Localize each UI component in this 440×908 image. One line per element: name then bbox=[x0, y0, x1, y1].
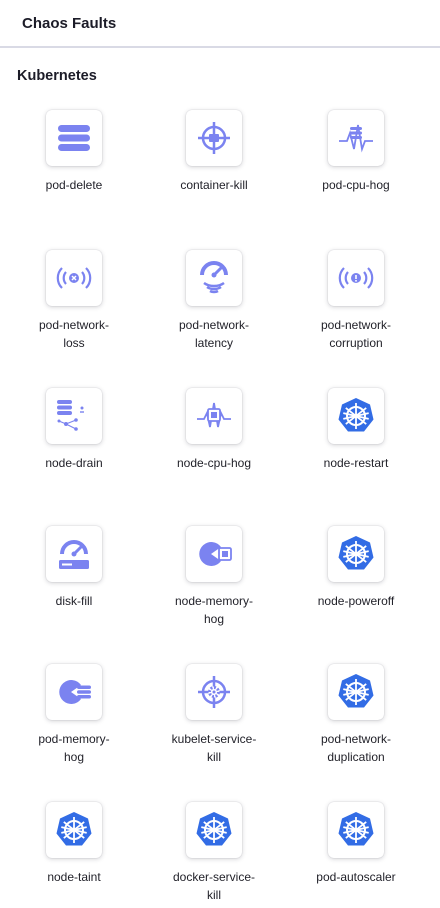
kubernetes-icon bbox=[195, 811, 233, 849]
kubernetes-icon bbox=[55, 811, 93, 849]
fault-icon-box bbox=[186, 250, 242, 306]
fault-icon-box bbox=[46, 526, 102, 582]
gauge-disk-icon bbox=[56, 536, 92, 572]
fault-label: disk-fill bbox=[55, 594, 93, 608]
fault-card[interactable]: pod-delete bbox=[4, 110, 144, 194]
fault-label: kubelet-service- kill bbox=[171, 732, 257, 764]
fault-label: node-restart bbox=[323, 456, 389, 470]
fault-card[interactable]: pod-autoscaler bbox=[286, 802, 426, 886]
fault-label: pod-autoscaler bbox=[316, 870, 396, 884]
fault-label: node-cpu-hog bbox=[176, 456, 252, 470]
fault-card[interactable]: pod-cpu-hog bbox=[286, 110, 426, 194]
fault-card[interactable]: pod-network- loss bbox=[4, 250, 144, 352]
kubernetes-icon bbox=[337, 811, 375, 849]
fault-card[interactable]: node-drain bbox=[4, 388, 144, 472]
fault-label: node-poweroff bbox=[317, 594, 395, 608]
fault-icon-box bbox=[328, 250, 384, 306]
fault-label: pod-network- latency bbox=[178, 318, 250, 350]
chip-pulse-icon bbox=[195, 397, 233, 435]
fault-icon-box bbox=[328, 802, 384, 858]
fault-card[interactable]: kubelet-service- kill bbox=[144, 664, 284, 766]
fault-card[interactable]: docker-service- kill bbox=[144, 802, 284, 904]
fault-card[interactable]: node-memory- hog bbox=[144, 526, 284, 628]
fault-label: pod-delete bbox=[45, 178, 103, 192]
fault-card[interactable]: pod-memory- hog bbox=[4, 664, 144, 766]
kubernetes-icon bbox=[337, 397, 375, 435]
crosshair-gear-icon bbox=[196, 674, 232, 710]
page-header: Chaos Faults bbox=[0, 0, 440, 48]
cpu-pulse-icon bbox=[337, 119, 375, 157]
fault-card[interactable]: node-poweroff bbox=[286, 526, 426, 610]
network-loss-icon bbox=[54, 263, 94, 293]
fault-icon-box bbox=[46, 110, 102, 166]
network-corruption-icon bbox=[336, 263, 376, 293]
gauge-wifi-icon bbox=[196, 259, 232, 297]
fault-label: pod-network- corruption bbox=[320, 318, 392, 350]
fault-label: pod-memory- hog bbox=[38, 732, 110, 764]
fault-icon-box bbox=[328, 388, 384, 444]
page-title: Chaos Faults bbox=[22, 14, 117, 32]
fault-icon-box bbox=[46, 388, 102, 444]
fault-card[interactable]: pod-network- corruption bbox=[286, 250, 426, 352]
section-title-kubernetes: Kubernetes bbox=[17, 68, 97, 84]
fault-label: container-kill bbox=[180, 178, 248, 192]
fault-icon-box bbox=[186, 388, 242, 444]
fault-icon-box bbox=[186, 664, 242, 720]
fault-card[interactable]: node-cpu-hog bbox=[144, 388, 284, 472]
fault-label: node-taint bbox=[47, 870, 101, 884]
fault-label: docker-service- kill bbox=[172, 870, 256, 902]
fault-icon-box bbox=[328, 664, 384, 720]
kubernetes-icon bbox=[337, 673, 375, 711]
fault-card[interactable]: node-restart bbox=[286, 388, 426, 472]
fault-card[interactable]: pod-network- latency bbox=[144, 250, 284, 352]
pacman-chip-icon bbox=[195, 538, 233, 570]
fault-card[interactable]: container-kill bbox=[144, 110, 284, 194]
fault-label: pod-cpu-hog bbox=[322, 178, 390, 192]
fault-label: pod-network- loss bbox=[38, 318, 110, 350]
crosshair-icon bbox=[196, 120, 232, 156]
kubernetes-icon bbox=[337, 535, 375, 573]
fault-icon-box bbox=[186, 110, 242, 166]
node-drain-icon bbox=[56, 398, 92, 434]
fault-card[interactable]: pod-network- duplication bbox=[286, 664, 426, 766]
fault-icon-box bbox=[186, 802, 242, 858]
fault-icon-box bbox=[186, 526, 242, 582]
fault-icon-box bbox=[46, 802, 102, 858]
fault-icon-box bbox=[46, 250, 102, 306]
stack-icon bbox=[57, 123, 91, 153]
fault-label: pod-network- duplication bbox=[320, 732, 392, 764]
pacman-stack-icon bbox=[55, 676, 93, 708]
fault-icon-box bbox=[328, 526, 384, 582]
fault-icon-box bbox=[46, 664, 102, 720]
fault-label: node-drain bbox=[45, 456, 103, 470]
fault-card[interactable]: node-taint bbox=[4, 802, 144, 886]
fault-label: node-memory- hog bbox=[174, 594, 254, 626]
fault-icon-box bbox=[328, 110, 384, 166]
fault-card[interactable]: disk-fill bbox=[4, 526, 144, 610]
